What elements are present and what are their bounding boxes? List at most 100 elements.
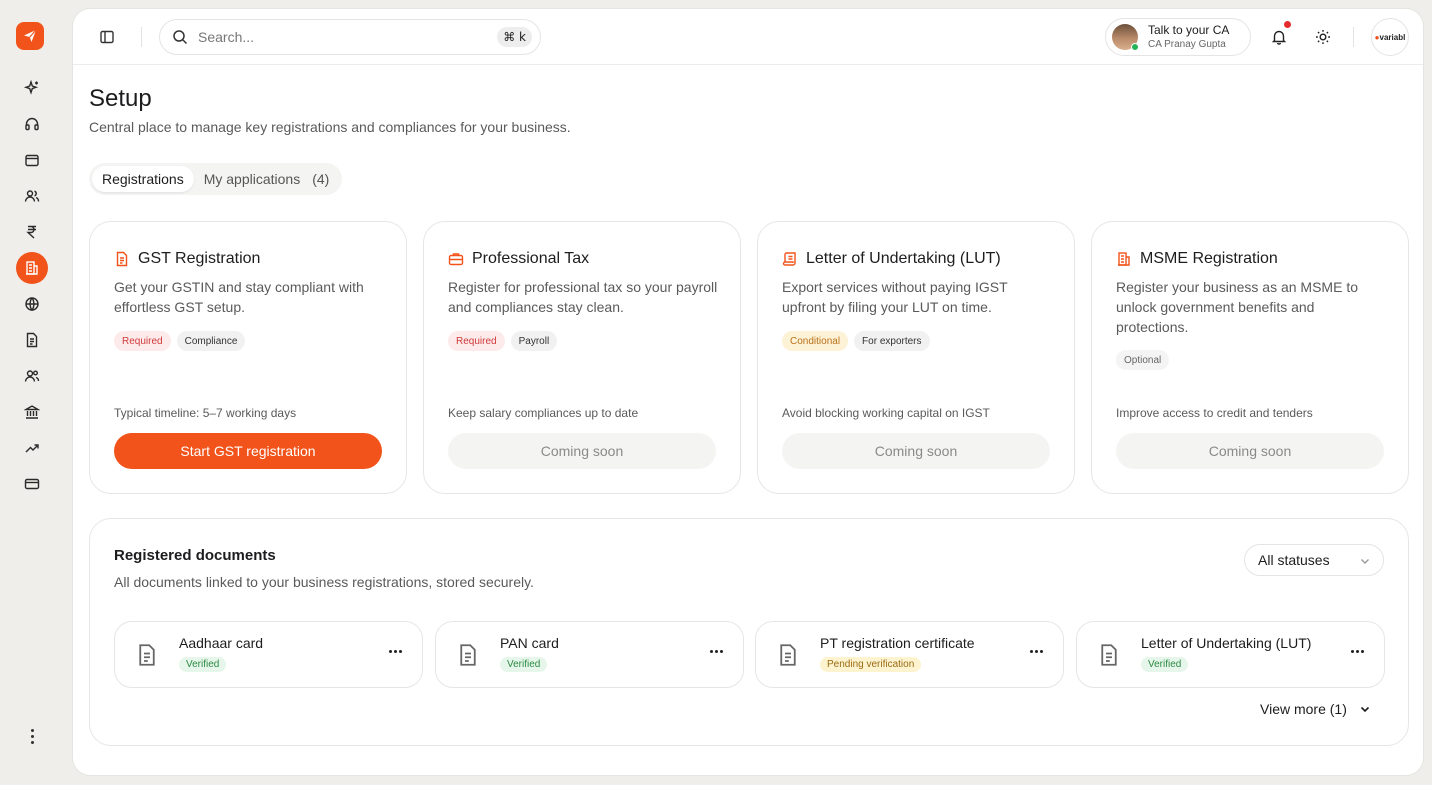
tab-count: (4) <box>312 171 330 187</box>
bank-icon[interactable] <box>18 398 46 426</box>
card-description: Get your GSTIN and stay compliant with e… <box>114 279 364 315</box>
section-title: Registered documents <box>114 547 276 564</box>
document-name: Letter of Undertaking (LUT) <box>1141 635 1312 651</box>
card-note: Keep salary compliances up to date <box>448 406 639 420</box>
card-title: GST Registration <box>138 250 261 267</box>
status-filter-select[interactable]: All statuses <box>1244 544 1384 576</box>
document-name: PAN card <box>500 635 559 651</box>
card-note: Avoid blocking working capital on IGST <box>782 406 990 420</box>
required-badge: Required <box>114 331 171 351</box>
coming-soon-button[interactable]: Coming soon <box>448 433 716 469</box>
document-name: Aadhaar card <box>179 635 264 651</box>
headphones-icon[interactable] <box>18 110 46 138</box>
card-title: MSME Registration <box>1140 250 1278 267</box>
view-more-label: View more (1) <box>1260 701 1347 717</box>
card-gst-registration: GST Registration Get your GSTIN and stay… <box>89 221 407 494</box>
start-gst-registration-button[interactable]: Start GST registration <box>114 433 382 469</box>
main-panel: ⌘ k Talk to your CA CA Pranay Gupta ●var… <box>72 8 1424 776</box>
theme-toggle[interactable] <box>1311 25 1335 49</box>
document-card[interactable]: Letter of Undertaking (LUT) Verified <box>1076 621 1385 688</box>
tab-my-applications[interactable]: My applications (4) <box>194 166 340 192</box>
tab-bar: Registrations My applications (4) <box>89 163 343 195</box>
file-icon <box>1101 644 1117 666</box>
org-switcher[interactable]: ● variabl <box>1371 18 1409 56</box>
divider <box>141 27 142 47</box>
chevron-down-icon <box>1361 559 1369 564</box>
org-logo-text: variabl <box>1379 32 1406 42</box>
card-title: Letter of Undertaking (LUT) <box>806 250 1001 267</box>
card-letter-of-undertaking: Letter of Undertaking (LUT) Export servi… <box>757 221 1075 494</box>
document-card[interactable]: Aadhaar card Verified <box>114 621 423 688</box>
left-rail <box>0 0 64 785</box>
globe-icon[interactable] <box>18 290 46 318</box>
talk-to-ca-button[interactable]: Talk to your CA CA Pranay Gupta <box>1105 18 1251 56</box>
document-name: PT registration certificate <box>820 635 975 651</box>
more-options-icon[interactable] <box>386 644 404 658</box>
card-description: Export services without paying IGST upfr… <box>782 279 1008 315</box>
search-shortcut: ⌘ k <box>497 27 532 47</box>
building-icon[interactable] <box>16 252 48 284</box>
category-badge: Compliance <box>176 331 246 351</box>
team-icon[interactable] <box>18 362 46 390</box>
more-options-icon[interactable] <box>26 724 38 748</box>
card-title: Professional Tax <box>472 250 590 267</box>
more-options-icon[interactable] <box>707 644 725 658</box>
ca-avatar <box>1112 24 1139 51</box>
building-icon <box>1118 252 1130 266</box>
more-options-icon[interactable] <box>1348 644 1366 658</box>
status-badge: Verified <box>500 657 548 672</box>
users-icon[interactable] <box>18 182 46 210</box>
search-input[interactable] <box>198 29 488 45</box>
tab-label: My applications <box>203 171 301 187</box>
coming-soon-button[interactable]: Coming soon <box>1116 433 1384 469</box>
status-badge: Verified <box>1141 657 1189 672</box>
credit-card-icon[interactable] <box>18 470 46 498</box>
trending-up-icon[interactable] <box>18 434 46 462</box>
category-badge: For exporters <box>854 331 930 351</box>
card-note: Improve access to credit and tenders <box>1116 406 1313 420</box>
status-badge: Verified <box>179 657 227 672</box>
app-logo[interactable] <box>16 22 44 50</box>
document-card[interactable]: PAN card Verified <box>435 621 744 688</box>
tab-registrations[interactable]: Registrations <box>92 166 194 192</box>
file-icon <box>139 644 155 666</box>
bell-icon <box>1271 30 1287 45</box>
status-filter-value: All statuses <box>1258 552 1330 568</box>
briefcase-icon <box>448 253 464 266</box>
scroll-icon <box>782 252 796 266</box>
invoice-icon <box>116 251 128 267</box>
search-icon <box>173 30 188 45</box>
document-icon[interactable] <box>18 326 46 354</box>
view-more-button[interactable]: View more (1) <box>1260 701 1371 717</box>
ca-title: Talk to your CA <box>1148 22 1230 37</box>
status-badge: Pending verification <box>820 657 922 672</box>
card-description: Register for professional tax so your pa… <box>448 279 718 315</box>
top-bar: ⌘ k Talk to your CA CA Pranay Gupta ●var… <box>73 9 1423 65</box>
notifications-button[interactable] <box>1267 21 1291 49</box>
registered-documents: Registered documents All documents linke… <box>89 518 1409 746</box>
optional-badge: Optional <box>1116 350 1170 370</box>
wallet-icon[interactable] <box>18 146 46 174</box>
section-subtitle: All documents linked to your business re… <box>114 574 534 590</box>
file-icon <box>780 644 796 666</box>
sidebar-toggle-icon[interactable] <box>95 25 119 49</box>
conditional-badge: Conditional <box>782 331 849 351</box>
document-card[interactable]: PT registration certificate Pending veri… <box>755 621 1064 688</box>
sun-icon <box>1316 30 1330 44</box>
sparkles-icon[interactable] <box>18 74 46 102</box>
coming-soon-button[interactable]: Coming soon <box>782 433 1050 469</box>
card-professional-tax: Professional Tax Register for profession… <box>423 221 741 494</box>
page-title: Setup <box>89 85 152 112</box>
rupee-icon[interactable] <box>18 218 46 246</box>
chevron-down-icon <box>1360 706 1369 713</box>
page-subtitle: Central place to manage key registration… <box>89 119 571 135</box>
tab-label: Registrations <box>102 171 184 187</box>
ca-name: CA Pranay Gupta <box>1148 39 1226 51</box>
notification-dot <box>1284 21 1291 28</box>
card-msme-registration: MSME Registration Register your business… <box>1091 221 1409 494</box>
category-badge: Payroll <box>510 331 558 351</box>
more-options-icon[interactable] <box>1027 644 1045 658</box>
search-bar[interactable]: ⌘ k <box>159 19 541 55</box>
card-description: Register your business as an MSME to unl… <box>1116 279 1358 335</box>
online-indicator <box>1131 43 1139 51</box>
